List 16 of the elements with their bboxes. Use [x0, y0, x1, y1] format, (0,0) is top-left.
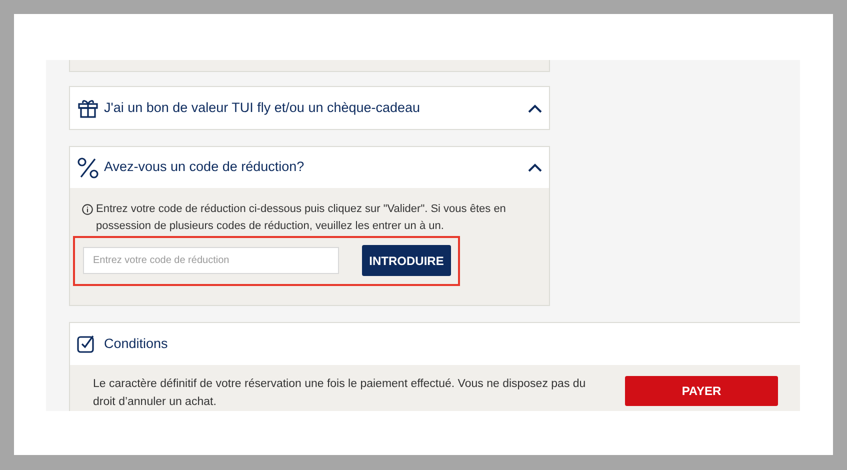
chevron-up-icon [528, 163, 542, 172]
introduire-button[interactable]: INTRODUIRE [362, 245, 451, 276]
chevron-up-icon [528, 104, 542, 112]
gift-panel-header[interactable]: J'ai un bon de valeur TUI fly et/ou un chèque-cadeau [69, 86, 550, 130]
conditions-text: Le caractère définitif de votre réservation une fois le paiement effectué. Vous ne disposez pas du droit d’annuler un achat. [93, 377, 587, 410]
info-text: Entrez votre code de réduction ci-dessous puis cliquez sur "Valider". Si vous êtes en possession de plusieurs codes de réduction, veuillez les entrer un à un. [96, 202, 507, 234]
panel-title: Avez-vous un code de réduction? [104, 158, 306, 176]
panel-title: J'ai un bon de valeur TUI fly et/ou un chèque-cadeau [104, 98, 422, 117]
gift-icon [77, 97, 99, 119]
info-icon [82, 204, 93, 215]
checkbox-icon [77, 334, 97, 354]
discount-code-field[interactable]: Entrez votre code de réduction [83, 247, 339, 274]
discount-panel-header[interactable]: Avez-vous un code de réduction? [70, 147, 549, 188]
payer-button[interactable]: PAYER [625, 376, 778, 406]
panel-title: Conditions [104, 334, 168, 353]
percent-icon [77, 156, 99, 178]
